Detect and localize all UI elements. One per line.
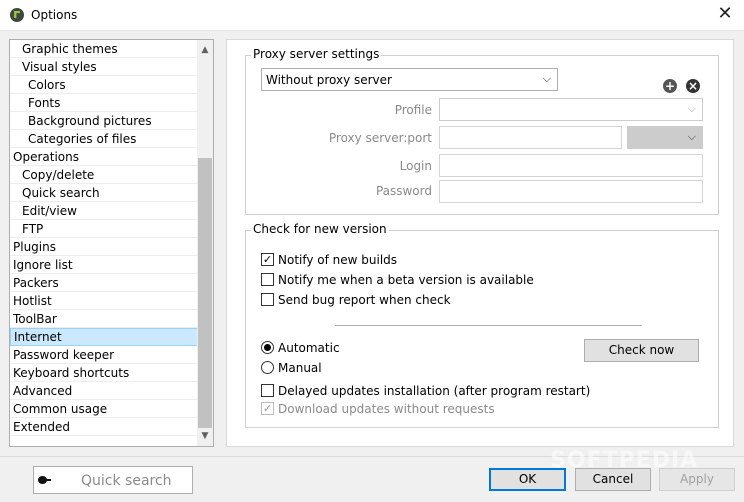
radio-circle[interactable]	[261, 341, 274, 354]
internet-settings-panel: Proxy server settings Without proxy serv…	[226, 39, 734, 447]
manual-radio[interactable]: Manual	[261, 360, 322, 376]
login-label: Login	[399, 159, 432, 173]
sidebar-item-ignore-list[interactable]: Ignore list	[10, 256, 198, 274]
chevron-down-icon: ⌵	[687, 130, 696, 143]
manual-label: Manual	[278, 361, 322, 375]
scrollbar-thumb[interactable]	[198, 158, 212, 428]
notify-builds-checkbox[interactable]: Notify of new builds	[261, 252, 397, 268]
update-check-group: Check for new version Notify of new buil…	[245, 222, 719, 428]
checkbox-box[interactable]	[261, 253, 274, 266]
nav-scrollbar[interactable]: ▲ ▼	[197, 40, 213, 446]
sidebar-item-plugins[interactable]: Plugins	[10, 238, 198, 256]
sidebar-item-fonts[interactable]: Fonts	[10, 94, 198, 112]
sidebar-item-visual-styles[interactable]: Visual styles	[10, 58, 198, 76]
separator	[335, 325, 642, 326]
ok-button[interactable]: OK	[489, 468, 566, 491]
login-input[interactable]	[439, 154, 703, 177]
password-input[interactable]	[439, 180, 703, 203]
sidebar-item-keyboard-shortcuts[interactable]: Keyboard shortcuts	[10, 364, 198, 382]
automatic-radio[interactable]: Automatic	[261, 340, 340, 356]
checkbox-box	[261, 402, 274, 415]
quick-search-placeholder: Quick search	[81, 473, 172, 489]
notify-builds-label: Notify of new builds	[278, 253, 398, 267]
scroll-down-icon[interactable]: ▼	[197, 428, 213, 444]
app-logo-icon	[10, 8, 24, 22]
checkbox-box[interactable]	[261, 384, 274, 397]
proxy-mode-value: Without proxy server	[266, 73, 392, 87]
sidebar-item-toolbar[interactable]: ToolBar	[10, 310, 198, 328]
password-label: Password	[375, 184, 432, 198]
sidebar-item-colors[interactable]: Colors	[10, 76, 198, 94]
download-no-request-checkbox: Download updates without requests	[261, 401, 495, 417]
add-profile-icon[interactable]: +	[663, 79, 677, 93]
sidebar-item-categories-of-files[interactable]: Categories of files	[10, 130, 198, 148]
footer-divider	[0, 456, 744, 457]
sidebar-item-graphic-themes[interactable]: Graphic themes	[10, 40, 198, 58]
notify-beta-label: Notify me when a beta version is availab…	[278, 273, 534, 287]
download-no-request-label: Download updates without requests	[278, 402, 495, 416]
profile-select[interactable]: ⌵	[439, 98, 703, 121]
update-group-title: Check for new version	[251, 222, 389, 236]
sidebar-item-common-usage[interactable]: Common usage	[10, 400, 198, 418]
window-title: Options	[31, 8, 78, 22]
sidebar-item-operations[interactable]: Operations	[10, 148, 198, 166]
radio-circle[interactable]	[261, 361, 274, 374]
proxy-server-label: Proxy server:port	[328, 131, 432, 145]
proxy-server-input[interactable]	[439, 126, 622, 149]
sidebar-item-hotlist[interactable]: Hotlist	[10, 292, 198, 310]
chevron-down-icon: ⌵	[687, 102, 696, 115]
check-now-button[interactable]: Check now	[584, 339, 699, 362]
sidebar-item-internet[interactable]: Internet	[10, 328, 198, 346]
checkbox-box[interactable]	[261, 293, 274, 306]
sidebar-item-background-pictures[interactable]: Background pictures	[10, 112, 198, 130]
cancel-button[interactable]: Cancel	[575, 468, 651, 491]
sidebar-item-extended[interactable]: Extended	[10, 418, 198, 436]
scroll-up-icon[interactable]: ▲	[197, 42, 213, 58]
proxy-type-select[interactable]: ⌵	[627, 126, 703, 149]
automatic-label: Automatic	[278, 341, 340, 355]
magnifier-icon	[38, 474, 52, 486]
sidebar-item-edit-view[interactable]: Edit/view	[10, 202, 198, 220]
sidebar-item-copy-delete[interactable]: Copy/delete	[10, 166, 198, 184]
remove-profile-icon[interactable]: ×	[686, 79, 700, 93]
chevron-down-icon: ⌵	[542, 72, 551, 85]
sidebar-item-ftp[interactable]: FTP	[10, 220, 198, 238]
sidebar-item-advanced[interactable]: Advanced	[10, 382, 198, 400]
notify-beta-checkbox[interactable]: Notify me when a beta version is availab…	[261, 272, 534, 288]
title-bar: Options ✕	[0, 0, 744, 31]
checkbox-box[interactable]	[261, 273, 274, 286]
delayed-install-checkbox[interactable]: Delayed updates installation (after prog…	[261, 383, 590, 399]
bug-report-label: Send bug report when check	[278, 293, 451, 307]
close-icon[interactable]: ✕	[716, 5, 734, 24]
apply-button[interactable]: Apply	[659, 468, 735, 491]
options-nav-list: Graphic themes Visual styles Colors Fonts Ba…	[10, 40, 198, 446]
delayed-install-label: Delayed updates installation (after prog…	[278, 384, 591, 398]
proxy-mode-select[interactable]: Without proxy server ⌵	[261, 68, 558, 91]
sidebar-item-packers[interactable]: Packers	[10, 274, 198, 292]
sidebar-item-quick-search[interactable]: Quick search	[10, 184, 198, 202]
quick-search-box[interactable]: Quick search	[33, 466, 193, 494]
proxy-group: Proxy server settings Without proxy serv…	[245, 47, 719, 215]
options-nav-panel: Graphic themes Visual styles Colors Fonts Ba…	[9, 39, 214, 447]
sidebar-item-password-keeper[interactable]: Password keeper	[10, 346, 198, 364]
profile-label: Profile	[394, 103, 432, 117]
bug-report-checkbox[interactable]: Send bug report when check	[261, 292, 451, 308]
proxy-group-title: Proxy server settings	[251, 47, 382, 61]
